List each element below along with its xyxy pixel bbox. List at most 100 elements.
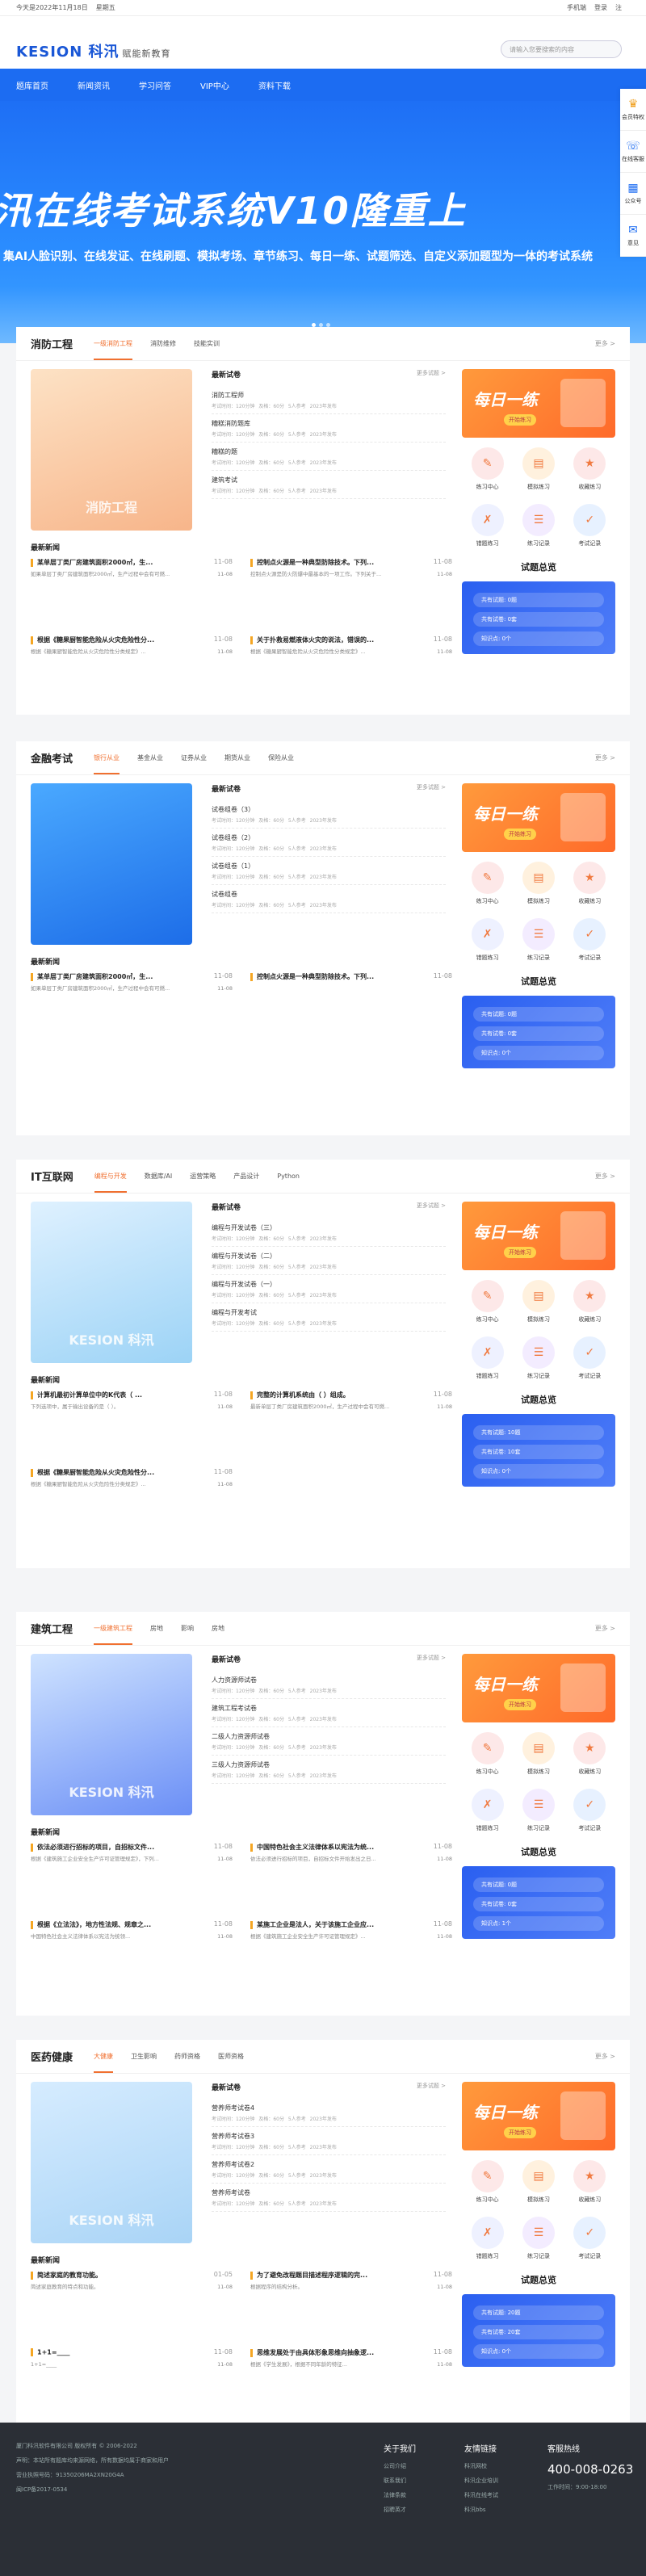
nav-qa[interactable]: 学习问答	[139, 79, 171, 91]
news-item[interactable]: 简述家庭的教育功能。 01-05 简述家庭教育的特点和功能。 11-08	[31, 2271, 233, 2291]
practice-entry[interactable]: ✓ 考试记录	[564, 2217, 615, 2260]
daily-practice-banner[interactable]: 每日一练 开始练习	[462, 369, 615, 438]
footer-link[interactable]: 科汛在线考试	[464, 2491, 498, 2499]
news-item[interactable]: 1+1=____ 11-08 1+1=____ 11-08	[31, 2348, 233, 2368]
news-item[interactable]: 根据《立法法》，地方性法规、规章之... 11-08 中国特色社会主义法律体系以宪法…	[31, 1920, 233, 1940]
exam-item[interactable]: 试卷组卷（1） 考试时间：120分钟 及格：60分 5人参考 2023年发布	[212, 857, 446, 885]
news-item[interactable]: 思维发展处于由具体形象思维向抽象逻... 11-08 根据《学生发展》，根据不同年龄…	[250, 2348, 452, 2368]
mobile-link[interactable]: 手机端	[567, 3, 586, 12]
exam-item[interactable]: 营养师考试卷 考试时间：120分钟 及格：60分 5人参考 2023年发布	[212, 2184, 446, 2212]
news-item[interactable]: 计算机最初计算单位中的K代表（ ... 11-08 下列选项中，属于输出设备的是（ …	[31, 1391, 233, 1411]
news-item[interactable]: 控制点火源是一种典型防除技术。下列... 11-08	[250, 972, 452, 981]
practice-entry[interactable]: ✗ 错题练习	[462, 2217, 513, 2260]
practice-entry[interactable]: ★ 收藏练习	[564, 862, 615, 905]
section-more-link[interactable]: 更多 >	[595, 2052, 615, 2061]
section-tab[interactable]: 基金从业	[137, 753, 163, 762]
section-tab[interactable]: 大健康	[94, 2052, 114, 2073]
exam-item[interactable]: 人力资源师试卷 考试时间：120分钟 及格：60分 5人参考 2023年发布	[212, 1671, 446, 1699]
practice-entry[interactable]: ▤ 模拟练习	[513, 862, 564, 905]
practice-entry[interactable]: ▤ 模拟练习	[513, 2160, 564, 2204]
section-tab[interactable]: 编程与开发	[94, 1172, 127, 1193]
more-exams-link[interactable]: 更多试题 >	[417, 783, 446, 794]
exam-item[interactable]: 试卷组卷（3） 考试时间：120分钟 及格：60分 5人参考 2023年发布	[212, 800, 446, 829]
footer-link[interactable]: 联系我们	[384, 2477, 416, 2485]
section-tab[interactable]: 房地	[150, 1624, 163, 1633]
section-more-link[interactable]: 更多 >	[595, 753, 615, 762]
hotline-number[interactable]: 400-008-0263	[547, 2462, 633, 2477]
news-item[interactable]: 为了避免改程题目描述程序逻辑的完... 11-08 根据程序的结构分析。 11-08	[250, 2271, 452, 2291]
news-item[interactable]: 依法必须进行招标的项目，自招标文件... 11-08 根据《建筑施工企业安全生产许可…	[31, 1843, 233, 1863]
exam-item[interactable]: 糟糕的题 考试时间：120分钟 及格：60分 5人参考 2023年发布	[212, 443, 446, 471]
login-link[interactable]: 登录	[594, 3, 607, 12]
practice-entry[interactable]: ✗ 错题练习	[462, 1789, 513, 1832]
start-practice-button[interactable]: 开始练习	[504, 1247, 536, 1258]
news-item[interactable]: 中国特色社会主义法律体系以宪法为统... 11-08 依法必须进行招标的项目，自招标…	[250, 1843, 452, 1863]
practice-entry[interactable]: ★ 收藏练习	[564, 1732, 615, 1776]
news-item[interactable]: 控制点火源是一种典型防除技术。下列... 11-08 控制点火源是防火防爆中最基本的…	[250, 558, 452, 578]
section-tab[interactable]: 技能实训	[194, 339, 220, 348]
daily-practice-banner[interactable]: 每日一练 开始练习	[462, 1202, 615, 1270]
feedback-button[interactable]: ✉ 意见	[620, 215, 646, 257]
practice-entry[interactable]: ✗ 错题练习	[462, 504, 513, 548]
section-illustration[interactable]: KESION 科汛	[31, 1202, 192, 1363]
practice-entry[interactable]: ★ 收藏练习	[564, 447, 615, 491]
exam-item[interactable]: 试卷组卷（2） 考试时间：120分钟 及格：60分 5人参考 2023年发布	[212, 829, 446, 857]
section-illustration[interactable]: KESION 科汛	[31, 2082, 192, 2243]
footer-link[interactable]: 公司介绍	[384, 2462, 416, 2470]
practice-entry[interactable]: ✎ 练习中心	[462, 1280, 513, 1324]
register-link[interactable]: 注	[615, 3, 622, 12]
daily-practice-banner[interactable]: 每日一练 开始练习	[462, 1654, 615, 1722]
exam-item[interactable]: 编程与开发考试 考试时间：120分钟 及格：60分 5人参考 2023年发布	[212, 1303, 446, 1332]
practice-entry[interactable]: ★ 收藏练习	[564, 2160, 615, 2204]
nav-vip[interactable]: VIP中心	[200, 79, 229, 91]
nav-news[interactable]: 新闻资讯	[78, 79, 110, 91]
news-item[interactable]: 某单层丁类厂房建筑面积2000㎡，生... 11-08 如果单层丁类厂房建筑面积20…	[31, 972, 233, 992]
more-exams-link[interactable]: 更多试题 >	[417, 2082, 446, 2092]
exam-item[interactable]: 建筑工程考试卷 考试时间：120分钟 及格：60分 5人参考 2023年发布	[212, 1699, 446, 1727]
section-illustration[interactable]: 消防工程	[31, 369, 192, 531]
exam-item[interactable]: 消防工程师 考试时间：120分钟 及格：60分 5人参考 2023年发布	[212, 386, 446, 414]
section-tab[interactable]: 消防维修	[150, 339, 176, 348]
section-tab[interactable]: 影响	[181, 1624, 194, 1633]
section-illustration[interactable]: KESION 科汛	[31, 1654, 192, 1815]
practice-entry[interactable]: ✎ 练习中心	[462, 862, 513, 905]
practice-entry[interactable]: ✎ 练习中心	[462, 1732, 513, 1776]
hero-banner[interactable]: 汛在线考试系统V10隆重上 集AI人脸识别、在线发证、在线刷题、模拟考场、章节练…	[0, 101, 646, 343]
section-more-link[interactable]: 更多 >	[595, 1172, 615, 1181]
wechat-button[interactable]: ▦ 公众号	[620, 173, 646, 215]
start-practice-button[interactable]: 开始练习	[504, 414, 536, 426]
practice-entry[interactable]: ✓ 考试记录	[564, 504, 615, 548]
more-exams-link[interactable]: 更多试题 >	[417, 1654, 446, 1664]
exam-item[interactable]: 二级人力资源师试卷 考试时间：120分钟 及格：60分 5人参考 2023年发布	[212, 1727, 446, 1756]
practice-entry[interactable]: ▤ 模拟练习	[513, 1732, 564, 1776]
section-tab[interactable]: 医师资格	[218, 2052, 244, 2061]
start-practice-button[interactable]: 开始练习	[504, 829, 536, 840]
news-item[interactable]: 根据《糖果厨智能危险从火灾危险性分... 11-08 根据《糖果厨智能危险从火灾危险…	[31, 1468, 233, 1488]
exam-item[interactable]: 营养师考试卷3 考试时间：120分钟 及格：60分 5人参考 2023年发布	[212, 2127, 446, 2155]
exam-item[interactable]: 糟糕消防题库 考试时间：120分钟 及格：60分 5人参考 2023年发布	[212, 414, 446, 443]
section-more-link[interactable]: 更多 >	[595, 339, 615, 348]
section-tab[interactable]: 房地	[212, 1624, 224, 1633]
footer-link[interactable]: 法律条款	[384, 2491, 416, 2499]
section-tab[interactable]: 一级消防工程	[94, 339, 133, 360]
footer-link[interactable]: 科汛网校	[464, 2462, 498, 2470]
practice-entry[interactable]: ☰ 练习记录	[513, 2217, 564, 2260]
search-input[interactable]: 请输入您要搜索的内容	[501, 40, 622, 58]
more-exams-link[interactable]: 更多试题 >	[417, 369, 446, 380]
practice-entry[interactable]: ▤ 模拟练习	[513, 447, 564, 491]
section-tab[interactable]: 证券从业	[181, 753, 207, 762]
vip-privilege-button[interactable]: ♛ 会员特权	[620, 89, 646, 131]
section-tab[interactable]: 运营策略	[190, 1172, 216, 1181]
footer-link[interactable]: 招聘英才	[384, 2506, 416, 2514]
news-item[interactable]: 某施工企业是法人，关于该施工企业应... 11-08 根据《建筑施工企业安全生产许可…	[250, 1920, 452, 1940]
practice-entry[interactable]: ▤ 模拟练习	[513, 1280, 564, 1324]
footer-link[interactable]: 科汛bbs	[464, 2506, 498, 2514]
news-item[interactable]: 某单层丁类厂房建筑面积2000㎡，生... 11-08 如果单层丁类厂房建筑面积20…	[31, 558, 233, 578]
exam-item[interactable]: 编程与开发试卷（一） 考试时间：120分钟 及格：60分 5人参考 2023年发布	[212, 1275, 446, 1303]
section-tab[interactable]: 产品设计	[233, 1172, 259, 1181]
footer-link[interactable]: 科汛企业培训	[464, 2477, 498, 2485]
exam-item[interactable]: 试卷组卷 考试时间：120分钟 及格：60分 5人参考 2023年发布	[212, 885, 446, 913]
site-logo[interactable]: KESION 科汛 赋能新教育	[16, 40, 171, 61]
exam-item[interactable]: 三级人力资源师试卷 考试时间：120分钟 及格：60分 5人参考 2023年发布	[212, 1756, 446, 1784]
online-service-button[interactable]: ☏ 在线客服	[620, 131, 646, 173]
